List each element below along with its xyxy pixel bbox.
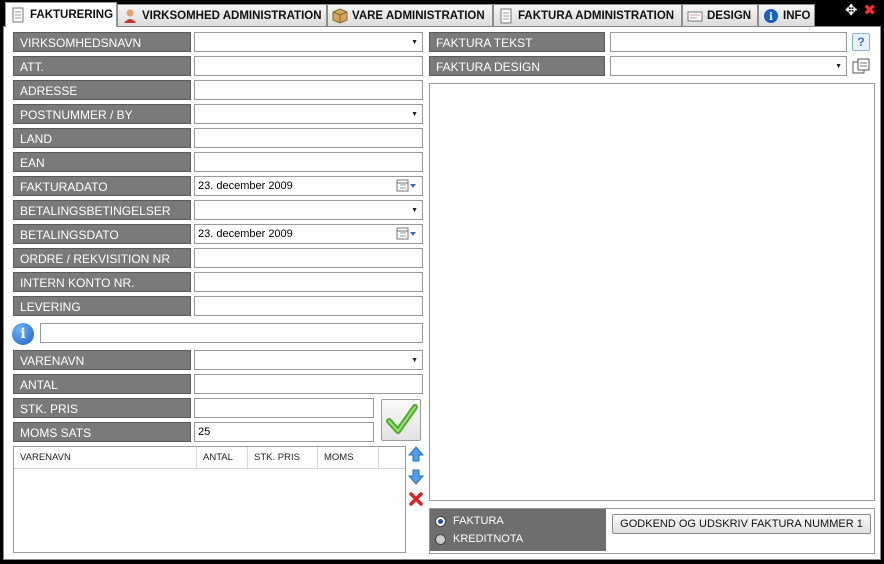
- tab-label: INFO: [783, 9, 811, 22]
- delivery-field[interactable]: [194, 296, 423, 316]
- tab-virksomhed-administration[interactable]: VIRKSOMHED ADMINISTRATION: [117, 4, 327, 26]
- price-label: STK. PRIS: [13, 398, 191, 418]
- svg-text:i: i: [769, 12, 773, 23]
- document-icon: [498, 8, 514, 24]
- tab-label: FAKTURERING: [30, 9, 114, 21]
- lines-table[interactable]: VARENAVN ANTAL STK. PRIS MOMS: [13, 446, 406, 553]
- tab-fakturering[interactable]: FAKTURERING: [5, 2, 117, 27]
- item-name-select[interactable]: [194, 350, 423, 370]
- postal-label: POSTNUMMER / BY: [13, 104, 191, 124]
- account-label: INTERN KONTO NR.: [13, 272, 191, 292]
- move-up-icon[interactable]: [407, 446, 425, 462]
- tab-label: VARE ADMINISTRATION: [352, 9, 485, 22]
- payment-date-value: 23. december 2009: [198, 228, 293, 240]
- country-label: LAND: [13, 128, 191, 148]
- country-field[interactable]: [194, 128, 423, 148]
- tab-label: VIRKSOMHED ADMINISTRATION: [142, 9, 322, 22]
- qty-label: ANTAL: [13, 374, 191, 394]
- info-field[interactable]: [40, 323, 423, 343]
- item-name-label: VARENAVN: [13, 350, 191, 370]
- move-icon[interactable]: ✥: [845, 2, 858, 20]
- invoice-text-label: FAKTURA TEKST: [429, 32, 605, 52]
- invoice-date-label: FAKTURADATO: [13, 176, 191, 196]
- invoice-text-field[interactable]: [610, 32, 847, 52]
- tab-faktura-administration[interactable]: FAKTURA ADMINISTRATION: [493, 4, 682, 26]
- vat-label: MOMS SATS: [13, 422, 191, 442]
- box-icon: [332, 7, 348, 24]
- design-preview-icon[interactable]: [851, 57, 871, 77]
- tab-label: FAKTURA ADMINISTRATION: [518, 9, 675, 22]
- calendar-icon[interactable]: [396, 227, 418, 241]
- person-icon: [122, 8, 138, 24]
- company-select[interactable]: [194, 32, 423, 52]
- radio-invoice-label: FAKTURA: [453, 515, 504, 527]
- invoice-preview-area: [429, 83, 875, 501]
- invoice-design-select[interactable]: [610, 56, 847, 76]
- column-header[interactable]: STK. PRIS: [248, 447, 318, 468]
- design-icon: [687, 8, 703, 24]
- finalize-group: FAKTURA KREDITNOTA GODKEND OG UDSKRIV FA…: [429, 508, 875, 554]
- company-label: VIRKSOMHEDSNAVN: [13, 32, 191, 52]
- info-icon: i: [12, 323, 34, 345]
- ean-field[interactable]: [194, 152, 423, 172]
- address-field[interactable]: [194, 80, 423, 100]
- att-field[interactable]: [194, 56, 423, 76]
- radio-credit-note[interactable]: KREDITNOTA: [435, 533, 523, 545]
- tab-vare-administration[interactable]: VARE ADMINISTRATION: [327, 4, 493, 26]
- order-label: ORDRE / REKVISITION NR: [13, 248, 191, 268]
- address-label: ADRESSE: [13, 80, 191, 100]
- column-header[interactable]: VARENAVN: [14, 447, 197, 468]
- delete-line-icon[interactable]: [408, 491, 424, 507]
- invoice-design-label: FAKTURA DESIGN: [429, 56, 605, 76]
- add-line-button[interactable]: [381, 399, 421, 441]
- ean-label: EAN: [13, 152, 191, 172]
- tab-info[interactable]: i INFO: [758, 4, 815, 26]
- delivery-label: LEVERING: [13, 296, 191, 316]
- close-icon[interactable]: ✖: [863, 2, 876, 20]
- radio-invoice[interactable]: FAKTURA: [435, 515, 504, 527]
- payment-terms-select[interactable]: [194, 200, 423, 220]
- document-icon: [10, 7, 26, 23]
- order-field[interactable]: [194, 248, 423, 268]
- radio-unselected-icon: [435, 533, 446, 545]
- radio-selected-icon: [435, 515, 446, 527]
- help-button[interactable]: ?: [852, 33, 870, 51]
- info-icon: i: [763, 8, 779, 24]
- payment-date-label: BETALINGSDATO: [13, 224, 191, 244]
- att-label: ATT.: [13, 56, 191, 76]
- tab-design[interactable]: DESIGN: [682, 4, 758, 26]
- move-down-icon[interactable]: [407, 469, 425, 485]
- tab-label: DESIGN: [707, 9, 752, 22]
- approve-print-button[interactable]: GODKEND OG UDSKRIV FAKTURA NUMMER 1: [612, 514, 871, 534]
- radio-credit-label: KREDITNOTA: [453, 533, 524, 545]
- payment-terms-label: BETALINGSBETINGELSER: [13, 200, 191, 220]
- invoice-date-value: 23. december 2009: [198, 180, 293, 192]
- postal-select[interactable]: [194, 104, 423, 124]
- qty-field[interactable]: [194, 374, 423, 394]
- column-header[interactable]: MOMS: [318, 447, 379, 468]
- account-field[interactable]: [194, 272, 423, 292]
- tab-bar: FAKTURERING VIRKSOMHED ADMINISTRATION VA…: [0, 0, 884, 27]
- checkmark-icon: [386, 404, 418, 434]
- table-header: VARENAVN ANTAL STK. PRIS MOMS: [14, 447, 405, 469]
- column-header[interactable]: ANTAL: [197, 447, 248, 468]
- invoice-panel: VIRKSOMHEDSNAVN ATT. ADRESSE POSTNUMMER …: [3, 26, 881, 560]
- payment-date-picker[interactable]: 23. december 2009: [194, 224, 423, 244]
- vat-field[interactable]: 25: [194, 422, 374, 442]
- invoice-date-picker[interactable]: 23. december 2009: [194, 176, 423, 196]
- calendar-icon[interactable]: [396, 179, 418, 193]
- window-controls: ✥ ✖: [845, 2, 876, 20]
- price-field[interactable]: [194, 398, 374, 418]
- document-type-group: FAKTURA KREDITNOTA: [430, 509, 606, 551]
